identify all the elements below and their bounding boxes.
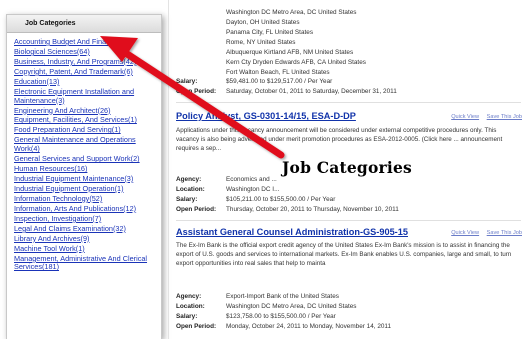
job-category-link[interactable]: Accounting Budget And Finance(56) — [14, 37, 160, 47]
job-category-link[interactable]: Electronic Equipment Installation and Ma… — [14, 87, 160, 105]
job-categories-list: Accounting Budget And Finance(56) Biologi… — [7, 33, 161, 272]
job1-locations: Washington DC Metro Area, DC United Stat… — [226, 8, 366, 78]
job2-location: Location: Washington DC I... — [176, 186, 280, 193]
job3-salary: Salary: $123,758.00 to $155,500.00 / Per … — [176, 313, 336, 320]
job2-agency: Agency: Economics and ... — [176, 176, 277, 183]
job-categories-header: Job Categories — [7, 15, 161, 33]
job-categories-panel: Job Categories Accounting Budget And Fin… — [6, 14, 162, 339]
job-category-link[interactable]: Education(13) — [14, 77, 160, 87]
column-divider — [168, 0, 169, 339]
job-category-link[interactable]: Industrial Equipment Maintenance(3) — [14, 174, 160, 184]
job3-actions: Quick View Save This Job — [445, 230, 522, 236]
job1-open-period: Open Period: Saturday, October 01, 2011 t… — [176, 88, 397, 95]
job3-location: Location: Washington DC Metro Area, DC Un… — [176, 303, 357, 310]
divider — [176, 220, 521, 221]
job-category-link[interactable]: Equipment, Facilities, And Services(1) — [14, 116, 160, 125]
job2-open-period: Open Period: Thursday, October 20, 2011 t… — [176, 206, 399, 213]
job-category-link[interactable]: Library And Archives(9) — [14, 234, 160, 244]
location-line: Dayton, OH United States — [226, 19, 300, 26]
job-category-link[interactable]: Legal And Claims Examination(32) — [14, 224, 160, 234]
job2-salary: Salary: $105,211.00 to $155,500.00 / Per … — [176, 196, 336, 203]
job-category-link[interactable]: Human Resources(16) — [14, 164, 160, 174]
location-line: Rome, NY United States — [226, 39, 296, 46]
job-category-link[interactable]: Business, Industry, And Programs(42) — [14, 57, 160, 67]
job-category-link[interactable]: Copyright, Patent, And Trademark(6) — [14, 67, 160, 77]
job-category-link[interactable]: General Services and Support Work(2) — [14, 154, 160, 164]
annotation-caption: Job Categories — [282, 158, 412, 177]
job-category-link[interactable]: Information, Arts And Publications(12) — [14, 204, 160, 214]
job-category-link[interactable]: Engineering And Architect(26) — [14, 106, 160, 116]
job-category-link[interactable]: Information Technology(52) — [14, 194, 160, 204]
job3-title-link[interactable]: Assistant General Counsel Administration… — [176, 227, 408, 237]
save-job-link[interactable]: Save This Job — [487, 230, 522, 236]
quick-view-link[interactable]: Quick View — [451, 230, 479, 236]
job1-salary: Salary: $59,481.00 to $129,517.00 / Per Y… — [176, 78, 333, 85]
job2-description: Applications under this vacancy announce… — [176, 127, 503, 152]
job-category-link[interactable]: General Maintenance and Operations Work(… — [14, 136, 160, 153]
location-line: Fort Walton Beach, FL United States — [226, 69, 330, 76]
job-category-link[interactable]: Inspection, Investigation(7) — [14, 214, 160, 224]
job3-agency: Agency: Export-Import Bank of the United … — [176, 293, 339, 300]
job-category-link[interactable]: Management, Administrative And Clerical … — [14, 254, 160, 272]
job-category-link[interactable]: Machine Tool Work(1) — [14, 244, 160, 254]
location-line: Kern Cty Dryden Edwards AFB, CA United S… — [226, 59, 366, 66]
save-job-link[interactable]: Save This Job — [487, 114, 522, 120]
divider — [176, 102, 521, 103]
quick-view-link[interactable]: Quick View — [451, 114, 479, 120]
job3-description: The Ex-Im Bank is the official export cr… — [176, 242, 512, 267]
job-category-link[interactable]: Industrial Equipment Operation(1) — [14, 184, 160, 194]
job3-open-period: Open Period: Monday, October 24, 2011 to … — [176, 323, 392, 330]
job2-title-link[interactable]: Policy Analyst, GS-0301-14/15, ESA-D-DP — [176, 111, 356, 121]
job2-actions: Quick View Save This Job — [445, 114, 522, 120]
location-line: Panama City, FL United States — [226, 29, 314, 36]
location-line: Albuquerque Kirtland AFB, NM United Stat… — [226, 49, 354, 56]
job-category-link[interactable]: Food Preparation And Serving(1) — [14, 126, 160, 135]
location-line: Washington DC Metro Area, DC United Stat… — [226, 9, 357, 16]
job-category-link[interactable]: Biological Sciences(64) — [14, 47, 160, 57]
